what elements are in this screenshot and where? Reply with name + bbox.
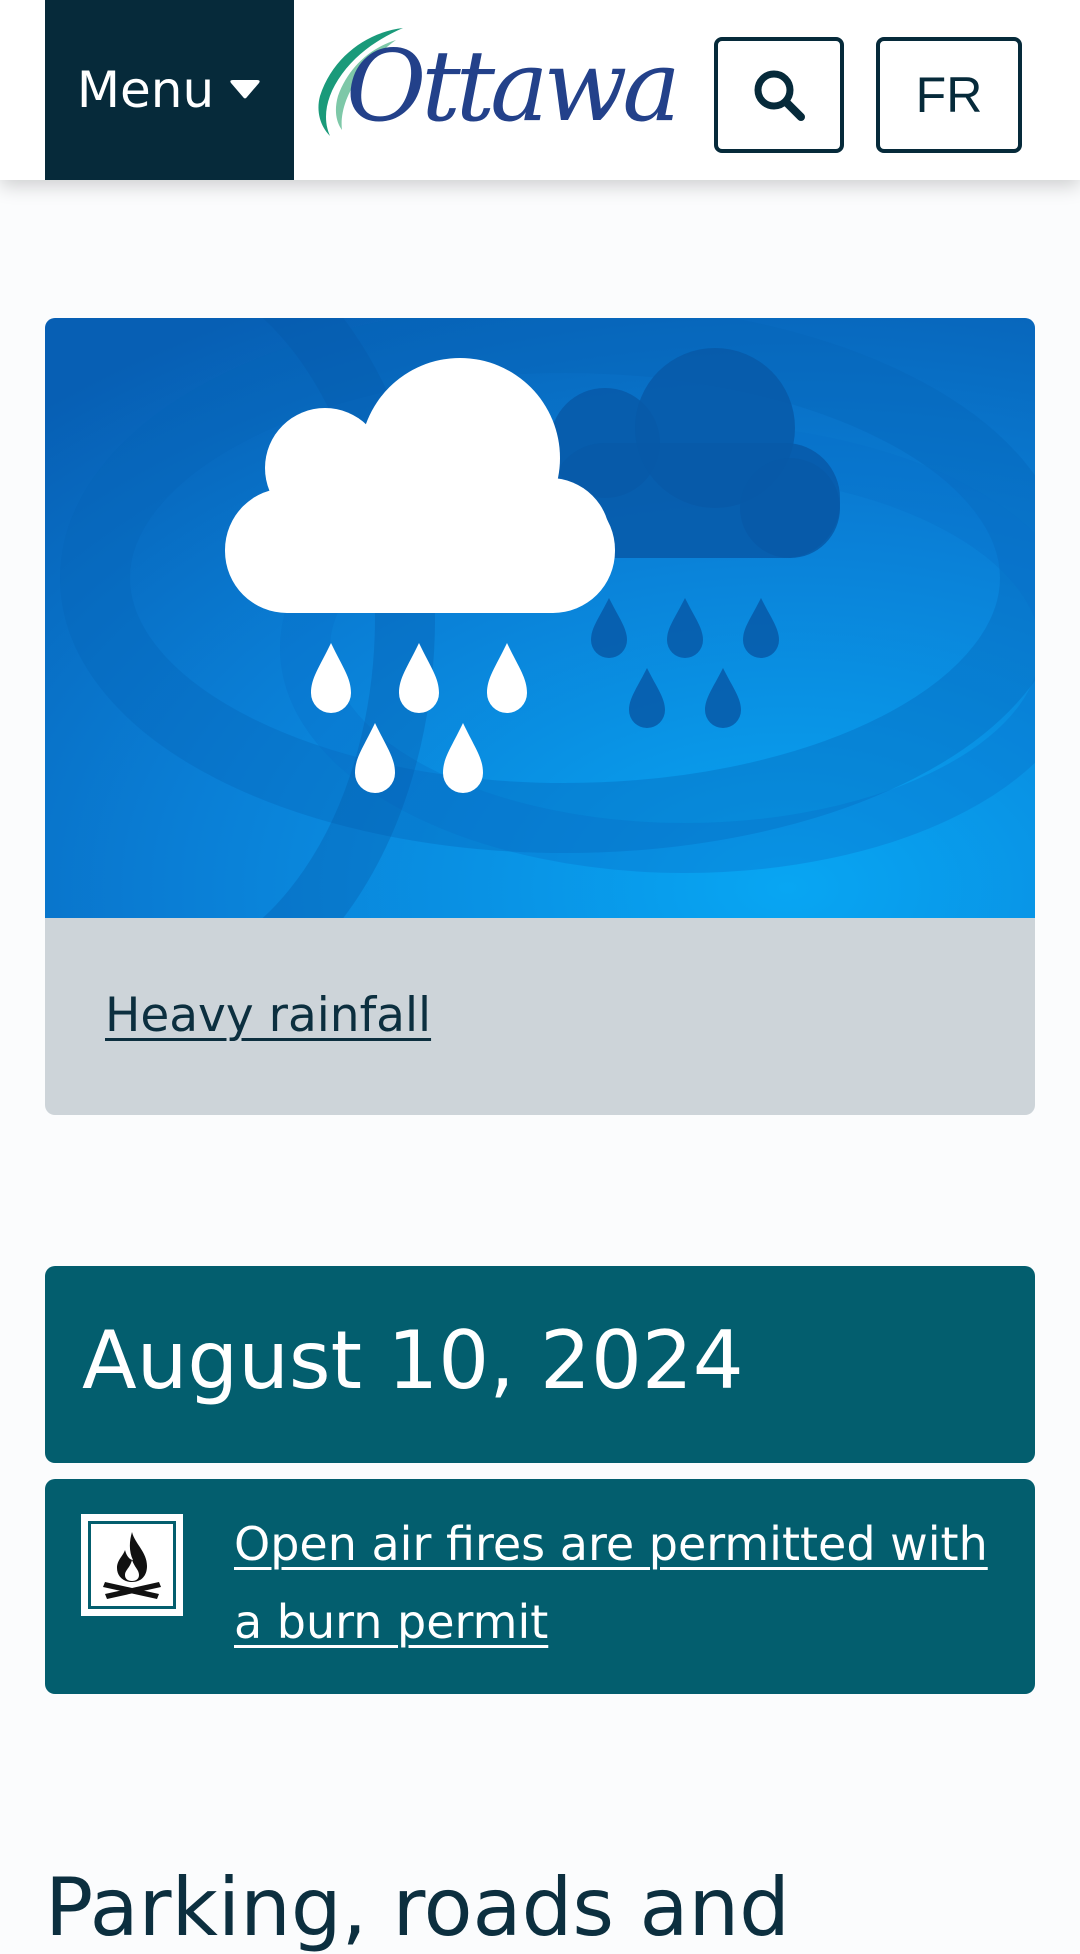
heavy-rainfall-card[interactable]: Heavy rainfall [45,318,1035,1115]
search-button[interactable] [714,37,844,153]
ottawa-logo[interactable]: Ottawa [308,26,681,150]
campfire-icon [103,1532,161,1599]
burn-permit-link[interactable]: Open air fires are permitted with a burn… [234,1505,1014,1661]
search-icon [754,70,805,121]
fire-icon-border [88,1521,176,1609]
section-heading-parking: Parking, roads and [45,1861,790,1954]
menu-button[interactable]: Menu [45,0,294,180]
logo-text: Ottawa [346,30,681,144]
menu-label: Menu [76,61,215,119]
fire-notice: Open air fires are permitted with a burn… [45,1479,1035,1694]
fire-icon-frame [81,1514,183,1616]
language-toggle-button[interactable]: FR [876,37,1022,153]
site-header: Menu Ottawa FR [0,0,1080,180]
rain-cloud-icon [45,318,1035,918]
caret-down-icon [230,80,260,99]
heavy-rainfall-link[interactable]: Heavy rainfall [105,988,431,1043]
date-heading: August 10, 2024 [82,1314,744,1407]
date-banner: August 10, 2024 [45,1266,1035,1463]
